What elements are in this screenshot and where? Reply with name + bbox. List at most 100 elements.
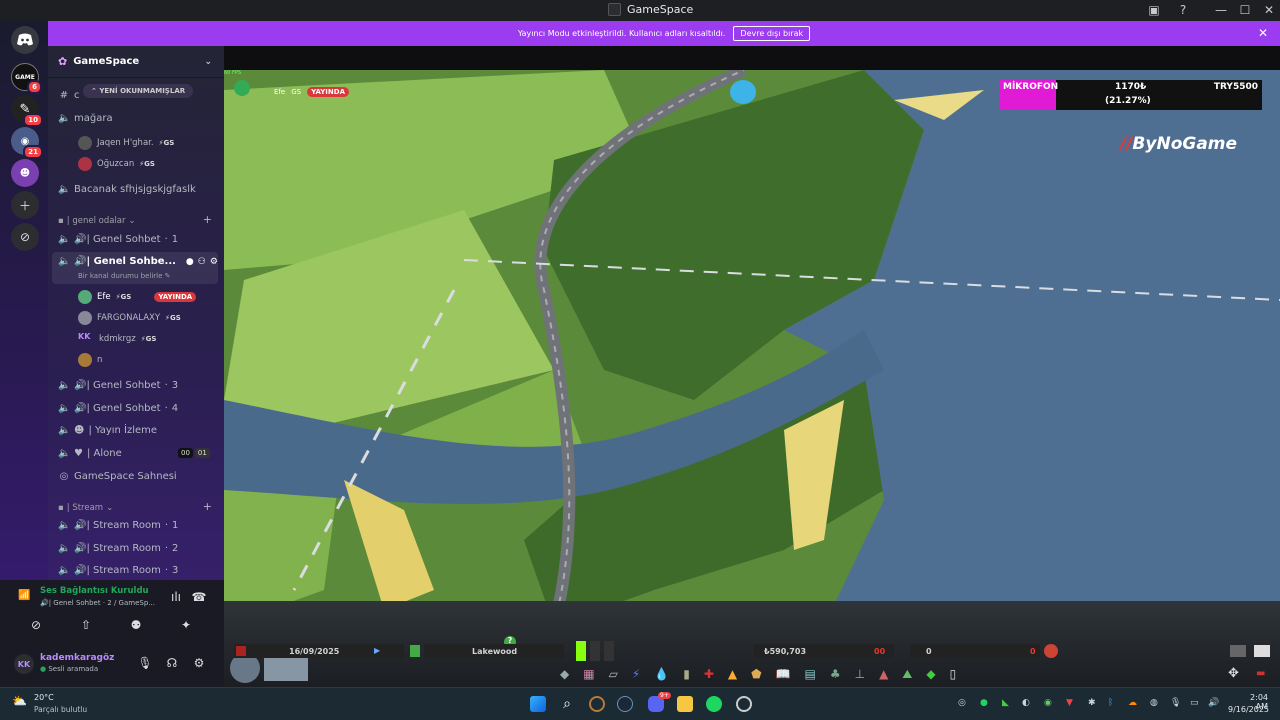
help-icon[interactable]: ? [1172,2,1194,18]
electricity-icon[interactable]: ⚡ [632,667,640,682]
username[interactable]: kademkaragöz [40,653,114,663]
happiness-icon[interactable] [1044,644,1058,658]
banner-close-icon[interactable]: ✕ [1258,26,1268,40]
city-name[interactable]: Lakewood [472,647,517,656]
bluetooth-icon[interactable]: ᛒ [1108,698,1113,708]
weather-desc[interactable]: Parçalı bulutlu [34,705,87,714]
add-server-icon[interactable]: ＋ [11,191,39,219]
new-unreads-pill[interactable]: ⌃ YENİ OKUNMAMIŞLAR [83,84,194,98]
tray-steam-icon[interactable]: ◍ [1150,698,1158,708]
voice-channel[interactable]: 🔊| Genel Sohbet · 2 / GameSp... [40,599,155,607]
cloud-icon[interactable]: ☁ [1128,698,1137,708]
app-icon[interactable] [736,696,752,712]
category-genel[interactable]: ▪ | genel odalar ⌄ [58,216,136,226]
tray-icon-5[interactable]: ◉ [1044,698,1052,708]
add-channel-icon[interactable]: + [203,213,212,226]
clock-date[interactable]: 9/16/2025 [1228,705,1269,714]
channel-genel-3[interactable]: 🔈 🔊| Genel Sohbet · 3 [58,380,178,391]
invite-icon[interactable]: ⚇ [198,257,206,267]
health-icon[interactable]: ✚ [704,667,714,682]
inbox-icon[interactable]: ▣ [1143,2,1165,18]
channel-genel-1[interactable]: 🔈 🔊| Genel Sohbet · 1 [58,234,178,245]
park-icon[interactable]: ♣ [830,667,841,682]
channel-genel-2[interactable]: 🔈 🔊| Genel Sohbe... ● ⚇ ⚙ [58,256,218,267]
weather-temp[interactable]: 20°C [34,693,54,702]
channel-status[interactable]: Bir kanal durumu belirle ✎ [78,272,171,280]
camera-off-icon[interactable]: ⊘ [24,618,48,636]
monument-icon[interactable]: ⊥ [855,667,865,682]
headphones-icon[interactable]: ☊ [160,656,184,674]
server-header[interactable]: ✿ GameSpace ⌄ [48,46,224,78]
gear-icon[interactable]: ⚙ [210,257,218,267]
education-icon[interactable]: 📖 [776,667,791,682]
fire-icon[interactable]: ▲ [728,667,737,682]
server-2-icon[interactable]: ✎ 10 [11,95,43,127]
economy-icon[interactable]: ▯ [950,667,957,682]
channel-top-partial[interactable]: # c [58,90,80,101]
discord-home-icon[interactable] [11,26,39,54]
voice-status[interactable]: Ses Bağlantısı Kuruldu [40,586,149,596]
transport-icon[interactable]: ▤ [805,667,816,682]
tray-spotify-icon[interactable]: ● [980,698,988,708]
add-channel-icon[interactable]: + [203,500,212,513]
settings-gear-icon[interactable]: ⚙ [187,656,211,674]
speed-icon[interactable]: ▶ [374,646,380,655]
channel-stage[interactable]: ◎ GameSpace Sahnesi [58,471,177,482]
policies-icon[interactable]: ◆ [926,667,935,682]
mic-tray-icon[interactable]: 🎙 [1170,698,1181,708]
channel-stream-2[interactable]: 🔈 🔊| Stream Room · 2 [58,543,178,554]
roads-icon[interactable]: ◆ [560,667,569,682]
districts-icon[interactable]: ▱ [609,667,618,682]
channel-yayin-izleme[interactable]: 🔈 ☻ | Yayın İzleme [58,425,157,436]
disable-streamer-mode-button[interactable]: Devre dışı bırak [733,26,811,41]
channel-magara[interactable]: 🔈 mağara [58,113,113,124]
channel-alone[interactable]: 🔈 ♥ | Alone [58,448,122,459]
water-icon[interactable]: 💧 [654,667,669,682]
channel-stream-3[interactable]: 🔈 🔊| Stream Room · 3 [58,565,178,576]
server-4-icon[interactable]: ☻ [11,159,39,187]
noise-suppression-icon[interactable]: ılı [164,590,188,608]
voice-user[interactable]: FARGONALAXY ⚡GS [78,311,181,325]
info-icon[interactable] [410,645,420,657]
minimize-button[interactable]: — [1210,2,1232,18]
channel-genel-4[interactable]: 🔈 🔊| Genel Sohbet · 4 [58,403,178,414]
activity-icon[interactable]: ⚉ [124,618,148,636]
voice-user[interactable]: n [78,353,102,367]
voice-user[interactable]: Jaqen H'ghar. ⚡GS [78,136,174,150]
steam-icon[interactable] [617,696,633,712]
tray-icon-7[interactable]: ✱ [1088,698,1096,708]
microphone-icon[interactable]: 🎙 [133,656,157,674]
volume-icon[interactable]: 🔊 [1208,698,1219,708]
tray-icon-1[interactable]: ◎ [958,698,966,708]
disaster-icon[interactable]: ▲ [879,667,888,682]
channel-bacanak[interactable]: 🔈 Bacanak sfhjsjgskjgfaslk [58,184,196,195]
user-avatar[interactable]: KK [14,654,34,674]
voice-user[interactable]: KK kdmkrgz ⚡GS [78,332,156,346]
category-stream[interactable]: ▪ | Stream ⌄ [58,503,113,513]
weather-icon[interactable]: ⛅ [12,694,27,708]
tray-nvidia-icon[interactable]: ◣ [1002,698,1009,708]
tray-icon-4[interactable]: ◐ [1022,698,1030,708]
voice-user[interactable]: Efe ⚡GS YAYINDA [78,290,197,304]
garbage-icon[interactable]: ▮ [683,667,690,682]
soundboard-icon[interactable]: ✦ [174,618,198,636]
spotify-icon[interactable] [706,696,722,712]
server-gamespace-icon[interactable]: GAME 6 [11,63,42,94]
signal-icon[interactable]: 📶 [18,590,30,601]
screen-share-icon[interactable]: ⇧ [74,618,98,636]
voice-user[interactable]: Oğuzcan ⚡GS [78,157,155,171]
maximize-button[interactable]: ☐ [1234,2,1256,18]
bulldoze-icon[interactable]: ▬ [1256,668,1265,679]
explore-icon[interactable]: ⊘ [11,223,39,251]
options-icon[interactable] [1254,645,1270,657]
start-icon[interactable] [530,696,546,712]
disconnect-icon[interactable]: ☎ [187,590,211,608]
landscaping-icon[interactable]: ⛰ [902,667,912,682]
game-menu-icon[interactable] [234,80,250,96]
chat-icon[interactable]: ● [186,257,194,267]
tray-icon-6[interactable]: ▼ [1066,698,1073,708]
browser-icon[interactable] [589,696,605,712]
game-stream-view[interactable]: Efe GS YAYINDA 60 FPS MİKROFON 1170₺ (21… [224,46,1280,687]
pause-icon[interactable] [236,646,246,656]
search-icon[interactable]: ⌕ [559,696,575,712]
